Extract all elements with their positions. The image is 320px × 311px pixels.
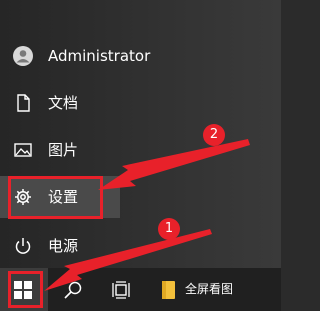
- menu-item-label: 文档: [48, 94, 79, 112]
- menu-item-label: 电源: [48, 237, 79, 255]
- search-icon: [63, 280, 83, 304]
- settings-highlight-box: [8, 176, 103, 219]
- taskbar-app-label: 全屏看图: [185, 282, 234, 296]
- document-icon: [12, 93, 34, 113]
- account-name: Administrator: [48, 47, 151, 65]
- user-avatar-icon: [12, 46, 34, 66]
- task-view-button[interactable]: [104, 268, 138, 311]
- task-view-icon: [111, 280, 131, 304]
- taskbar-app-fullscreen-viewer[interactable]: 全屏看图: [150, 268, 281, 311]
- menu-item-power[interactable]: 电源: [0, 225, 110, 267]
- menu-item-pictures[interactable]: 图片: [0, 129, 110, 171]
- step-1-badge: 1: [158, 218, 180, 240]
- account-item[interactable]: Administrator: [0, 35, 170, 77]
- start-highlight-box: [8, 271, 43, 308]
- folder-icon: [160, 280, 178, 304]
- start-menu: Administrator 文档 图片 设置 电源: [0, 0, 281, 268]
- menu-item-label: 图片: [48, 141, 79, 159]
- menu-item-documents[interactable]: 文档: [0, 82, 110, 124]
- search-button[interactable]: [55, 268, 89, 311]
- pictures-icon: [12, 140, 34, 160]
- step-2-badge: 2: [203, 124, 225, 146]
- power-icon: [12, 236, 34, 256]
